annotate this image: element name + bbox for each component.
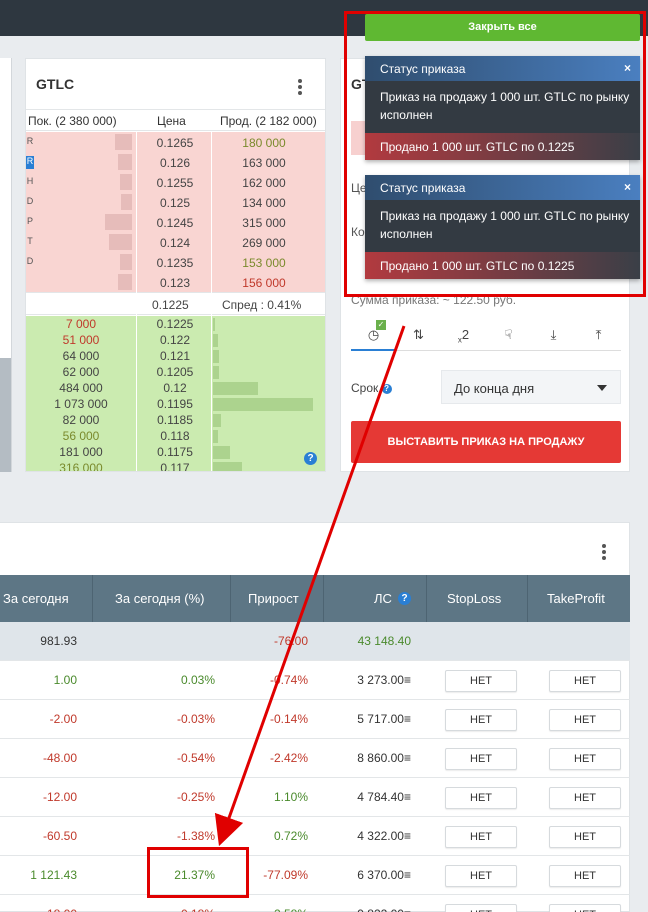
annotation-arrow <box>214 325 406 847</box>
